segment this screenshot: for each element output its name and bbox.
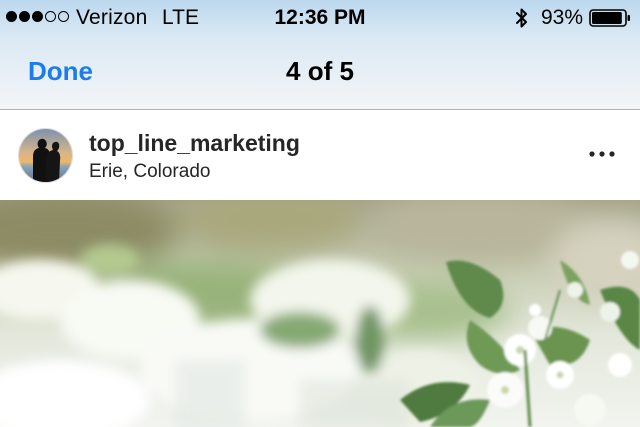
status-bar: Verizon LTE 12:36 PM 93%	[0, 0, 640, 36]
navigation-bar: Done 4 of 5	[0, 38, 640, 108]
bluetooth-icon	[516, 8, 527, 28]
battery-icon	[589, 9, 630, 27]
post-location[interactable]: Erie, Colorado	[89, 161, 210, 183]
post-username[interactable]: top_line_marketing	[89, 130, 300, 157]
more-options-icon[interactable]	[586, 138, 618, 170]
post-header: top_line_marketing Erie, Colorado	[0, 110, 640, 200]
post-photo[interactable]	[0, 200, 640, 427]
profile-avatar[interactable]	[18, 128, 73, 183]
photo-viewer-screen: Verizon LTE 12:36 PM 93% Done 4 of 5 top…	[0, 0, 640, 427]
battery-percent: 93%	[541, 6, 584, 29]
page-counter-title: 4 of 5	[286, 56, 354, 86]
top-bar-area: Verizon LTE 12:36 PM 93% Done 4 of 5	[0, 0, 640, 110]
